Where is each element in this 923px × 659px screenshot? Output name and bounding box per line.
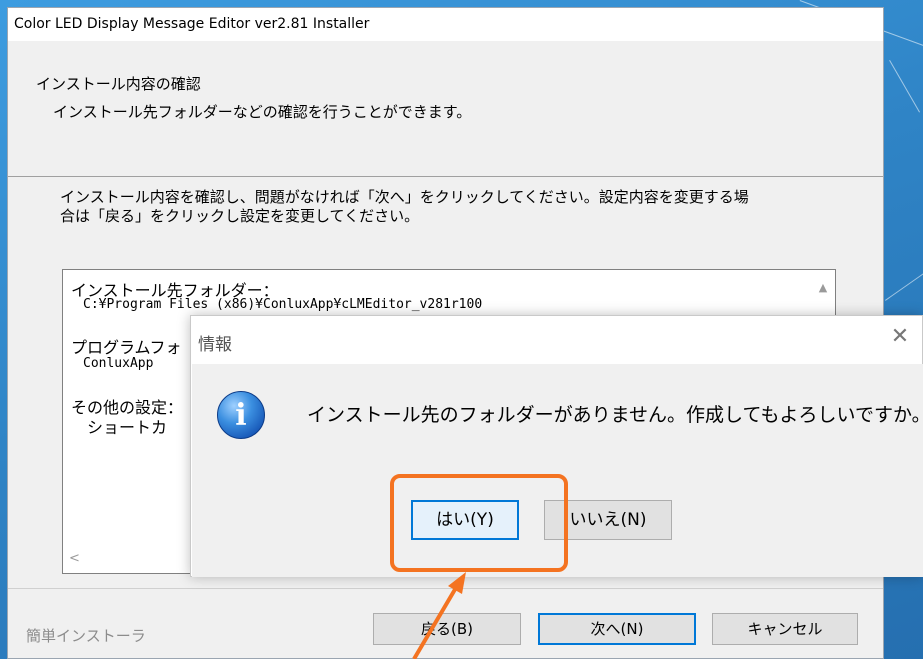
next-button[interactable]: 次へ(N) xyxy=(538,613,696,645)
instruction-line-2: 合は「戻る」をクリックし設定を変更してください。 xyxy=(60,207,420,225)
scroll-left-arrow-icon[interactable]: < xyxy=(69,551,85,567)
info-icon: i xyxy=(217,391,265,439)
installer-header: インストール内容の確認 インストール先フォルダーなどの確認を行うことができます。 xyxy=(8,41,883,176)
footer-divider xyxy=(8,588,883,589)
annotation-highlight-box xyxy=(390,474,568,572)
cancel-button[interactable]: キャンセル xyxy=(712,613,858,645)
summary-other-value: ショートカ xyxy=(87,418,168,437)
dialog-title: 情報 xyxy=(198,335,232,355)
instruction-text: インストール内容を確認し、問題がなければ「次へ」をクリックしてください。設定内容… xyxy=(60,188,830,226)
footer-brand-label: 簡単インストーラ xyxy=(26,627,146,645)
summary-program-label: プログラムフォ xyxy=(71,338,182,357)
window-title: Color LED Display Message Editor ver2.81… xyxy=(14,16,370,32)
instruction-line-1: インストール内容を確認し、問題がなければ「次へ」をクリックしてください。設定内容… xyxy=(60,188,749,206)
header-subtitle: インストール先フォルダーなどの確認を行うことができます。 xyxy=(53,103,472,121)
installer-titlebar[interactable]: Color LED Display Message Editor ver2.81… xyxy=(8,8,883,41)
back-button[interactable]: 戻る(B) xyxy=(373,613,521,645)
close-icon[interactable]: ✕ xyxy=(886,322,914,352)
header-divider xyxy=(8,176,883,177)
summary-folder-path: C:¥Program Files (x86)¥ConluxApp¥cLMEdit… xyxy=(83,297,483,312)
header-title: インストール内容の確認 xyxy=(36,75,201,93)
summary-program-value: ConluxApp xyxy=(83,356,154,371)
dialog-message: インストール先のフォルダーがありません。作成してもよろしいですか。 xyxy=(307,404,923,426)
scroll-up-arrow-icon[interactable]: ▲ xyxy=(815,280,831,296)
